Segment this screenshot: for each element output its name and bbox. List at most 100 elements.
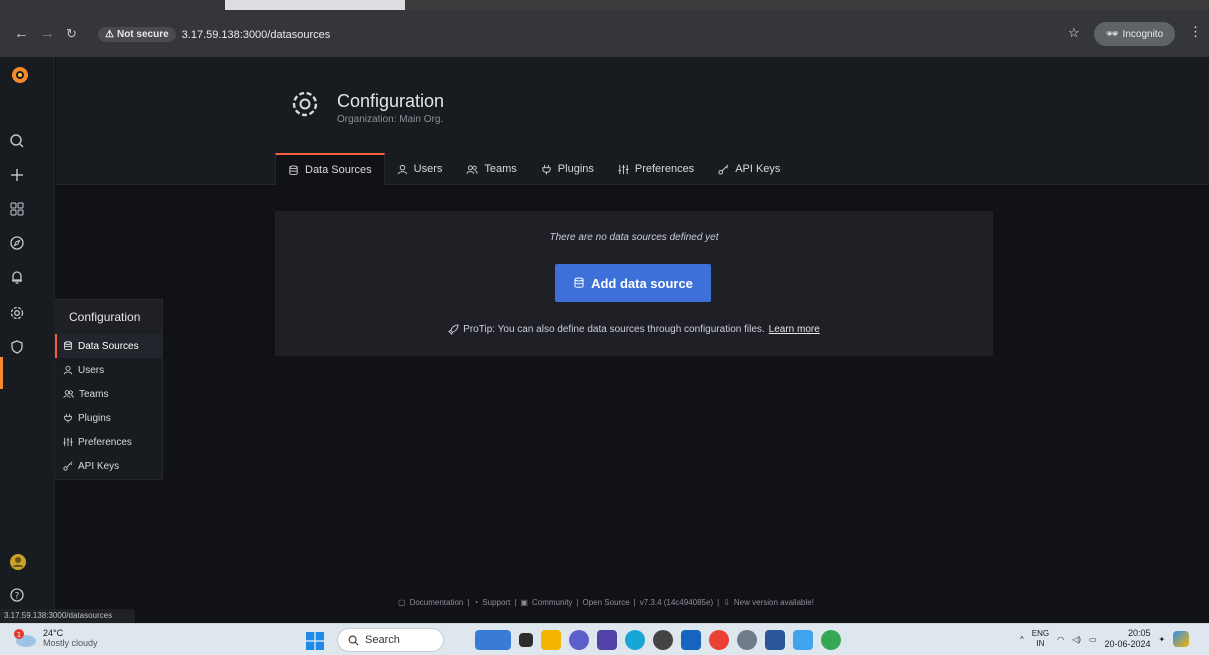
- language-indicator[interactable]: ENG IN: [1032, 629, 1049, 649]
- database-icon: [63, 341, 73, 351]
- footer-separator: |: [514, 598, 517, 607]
- forward-icon[interactable]: →: [40, 24, 55, 44]
- svg-text:?: ?: [15, 592, 20, 602]
- search-icon[interactable]: [9, 133, 29, 153]
- key-icon: [718, 164, 729, 175]
- flyout-item-users[interactable]: Users: [55, 358, 162, 382]
- gear-icon[interactable]: [9, 305, 29, 325]
- bookmark-star-icon[interactable]: ☆: [1068, 25, 1080, 41]
- app-icon[interactable]: [653, 630, 673, 650]
- wifi-icon[interactable]: ◠: [1057, 635, 1064, 644]
- users-icon: [63, 389, 74, 399]
- reload-icon[interactable]: ↻: [66, 24, 77, 44]
- protip: ProTip: You can also define data sources…: [275, 324, 993, 335]
- weather-cloud-icon: 1: [11, 627, 39, 649]
- flyout-item-data-sources[interactable]: Data Sources: [55, 334, 162, 358]
- browser-tab[interactable]: [0, 0, 225, 10]
- tab-plugins[interactable]: Plugins: [529, 153, 606, 185]
- page-title: Configuration: [337, 91, 445, 111]
- windows-start-icon[interactable]: [306, 632, 324, 650]
- explore-compass-icon[interactable]: [9, 235, 29, 255]
- chevron-up-icon[interactable]: ^: [1020, 635, 1024, 644]
- tab-bar: Data Sources Users Teams Plugins Prefere…: [275, 153, 792, 185]
- settings-icon[interactable]: [737, 630, 757, 650]
- flyout-item-plugins[interactable]: Plugins: [55, 406, 162, 430]
- rocket-icon: [448, 324, 459, 335]
- help-icon[interactable]: ?: [9, 587, 29, 607]
- url-text[interactable]: 3.17.59.138:3000/datasources: [182, 29, 331, 41]
- teams-icon[interactable]: [569, 630, 589, 650]
- dashboards-icon[interactable]: [9, 201, 29, 221]
- support-icon: ◔: [473, 598, 479, 607]
- word-icon[interactable]: [765, 630, 785, 650]
- footer-separator: |: [717, 598, 720, 607]
- store-icon[interactable]: [681, 630, 701, 650]
- widgets-app-icon[interactable]: [475, 630, 511, 650]
- users-icon: [466, 164, 478, 175]
- address-bar[interactable]: ⚠ Not secure 3.17.59.138:3000/datasource…: [98, 24, 1100, 45]
- chrome-profile-icon[interactable]: [821, 630, 841, 650]
- security-chip[interactable]: ⚠ Not secure: [98, 27, 176, 42]
- back-icon[interactable]: ←: [14, 24, 29, 44]
- footer-documentation-link[interactable]: Documentation: [410, 598, 464, 607]
- notification-icon[interactable]: ✦: [1159, 635, 1166, 644]
- battery-icon[interactable]: ▭: [1089, 635, 1097, 644]
- shield-icon[interactable]: [9, 339, 29, 359]
- visual-studio-icon[interactable]: [597, 630, 617, 650]
- tab-data-sources[interactable]: Data Sources: [275, 153, 385, 185]
- configuration-gear-icon: [290, 89, 320, 119]
- snipping-tool-icon[interactable]: [793, 630, 813, 650]
- plug-icon: [541, 164, 552, 175]
- download-icon: ⇩: [723, 598, 730, 607]
- footer-new-version-link[interactable]: New version available!: [734, 598, 814, 607]
- avatar[interactable]: [9, 553, 29, 573]
- edge-icon[interactable]: [625, 630, 645, 650]
- empty-state-message: There are no data sources defined yet: [549, 232, 719, 243]
- weather-widget[interactable]: 1 24°C Mostly cloudy: [11, 627, 98, 649]
- tab-api-keys[interactable]: API Keys: [706, 153, 792, 185]
- taskbar: 1 24°C Mostly cloudy Search ^ ENG IN ◠ ◁…: [0, 623, 1209, 655]
- link-status-bar: 3.17.59.138:3000/datasources: [0, 609, 135, 623]
- clock[interactable]: 20:05 20-06-2024: [1104, 628, 1150, 650]
- tab-users[interactable]: Users: [385, 153, 455, 185]
- add-data-source-button[interactable]: Add data source: [555, 264, 711, 302]
- file-explorer-icon[interactable]: [541, 630, 561, 650]
- community-icon: ▣: [520, 598, 528, 607]
- document-icon: ▢: [398, 598, 406, 607]
- active-indicator: [0, 357, 3, 389]
- tab-preferences[interactable]: Preferences: [606, 153, 706, 185]
- user-icon: [397, 164, 408, 175]
- flyout-item-api-keys[interactable]: API Keys: [55, 454, 162, 478]
- tab-strip-dark: [405, 0, 1209, 10]
- learn-more-link[interactable]: Learn more: [769, 324, 820, 335]
- sliders-icon: [618, 164, 629, 175]
- flyout-item-preferences[interactable]: Preferences: [55, 430, 162, 454]
- volume-icon[interactable]: ◁): [1072, 635, 1081, 644]
- chrome-icon[interactable]: [709, 630, 729, 650]
- alerting-bell-icon[interactable]: [9, 269, 29, 289]
- browser-menu-icon[interactable]: ⋮: [1189, 24, 1202, 40]
- footer-community-link[interactable]: Community: [532, 598, 572, 607]
- task-view-icon[interactable]: [519, 633, 533, 647]
- footer-version: v7.3.4 (14c494085e): [639, 598, 714, 607]
- warning-icon: ⚠: [105, 29, 114, 40]
- footer-open-source-link[interactable]: Open Source: [583, 598, 630, 607]
- taskbar-search[interactable]: Search: [337, 628, 444, 652]
- footer-separator: |: [576, 598, 579, 607]
- plus-icon[interactable]: [9, 167, 29, 187]
- incognito-button[interactable]: 🕶 Incognito: [1094, 22, 1175, 46]
- copilot-icon[interactable]: [1173, 631, 1190, 647]
- database-icon: [288, 164, 299, 176]
- flyout-item-teams[interactable]: Teams: [55, 382, 162, 406]
- footer-support-link[interactable]: Support: [482, 598, 510, 607]
- plug-icon: [63, 413, 73, 423]
- footer-separator: |: [633, 598, 636, 607]
- svg-text:1: 1: [17, 631, 21, 639]
- key-icon: [63, 461, 73, 471]
- empty-state-card: There are no data sources defined yet Ad…: [275, 211, 993, 356]
- footer-separator: |: [467, 598, 470, 607]
- flyout-title[interactable]: Configuration: [55, 300, 162, 334]
- tab-teams[interactable]: Teams: [454, 153, 528, 185]
- system-tray: ^ ENG IN ◠ ◁) ▭ 20:05 20-06-2024 ✦: [1020, 628, 1190, 650]
- grafana-logo-icon[interactable]: [10, 65, 30, 85]
